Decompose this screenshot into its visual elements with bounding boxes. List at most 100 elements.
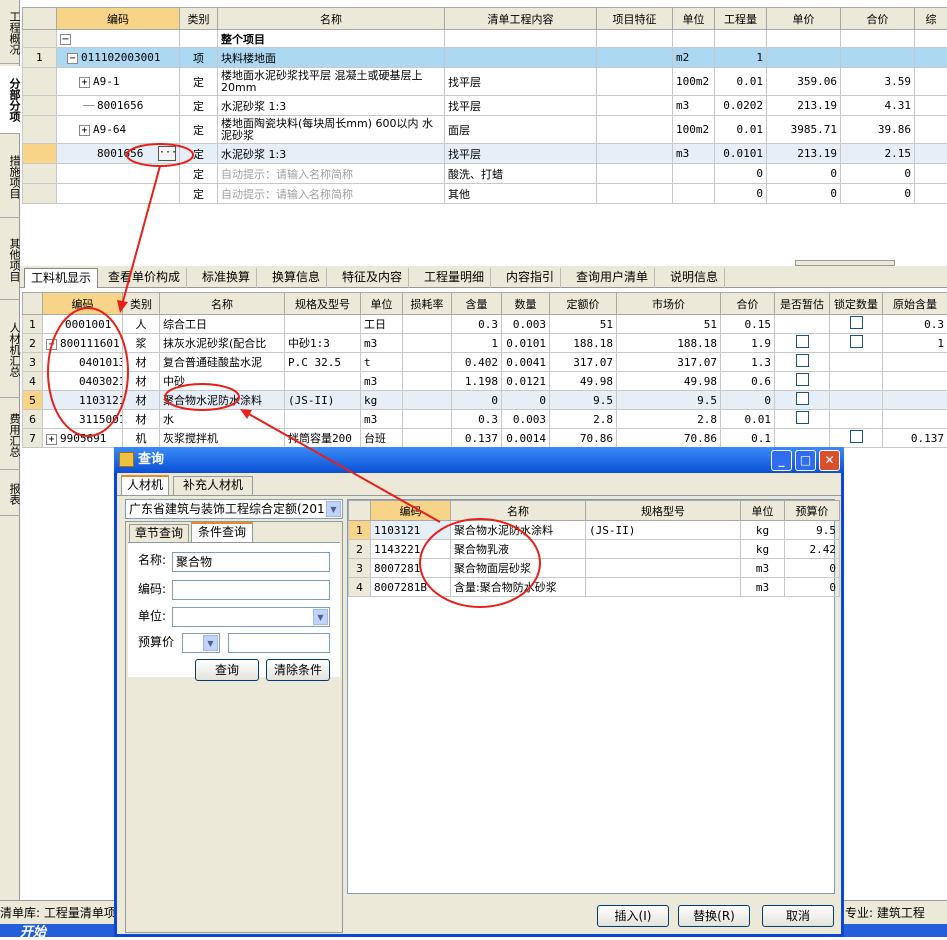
collapse-icon[interactable]: − (67, 53, 78, 64)
header-unit[interactable]: 单位 (741, 501, 785, 521)
header-extra[interactable]: 综 (915, 8, 947, 30)
header-code[interactable]: 编码 (57, 8, 180, 30)
replace-button[interactable]: 替换(R) (678, 905, 750, 927)
chevron-down-icon[interactable]: ▼ (326, 501, 341, 517)
close-icon[interactable]: ✕ (819, 450, 840, 471)
header-type[interactable]: 类别 (123, 293, 160, 315)
tab-standard-conversion[interactable]: 标准换算 (196, 268, 257, 288)
expand-icon[interactable]: + (46, 434, 57, 445)
tab-description[interactable]: 说明信息 (664, 268, 725, 288)
minimize-icon[interactable]: _ (771, 450, 792, 471)
header-name[interactable]: 名称 (218, 8, 445, 30)
header-total[interactable]: 合价 (721, 293, 775, 315)
table-row[interactable]: 7+9905691机灰浆搅拌机拌筒容量200台班0.1370.001470.86… (23, 429, 947, 448)
side-tab-sub-items[interactable]: 分部分项 (0, 66, 20, 134)
header-qty[interactable]: 数量 (502, 293, 550, 315)
tab-resource-display[interactable]: 工料机显示 (24, 268, 98, 288)
table-row[interactable]: 10001001人综合工日工日0.30.00351510.150.3 (23, 315, 947, 334)
start-button[interactable]: 开始 (20, 921, 46, 940)
maximize-icon[interactable]: □ (795, 450, 816, 471)
provisional-checkbox[interactable] (796, 392, 809, 405)
collapse-icon[interactable]: − (60, 34, 71, 45)
lock-qty-checkbox[interactable] (850, 430, 863, 443)
table-row[interactable]: 2−800111601浆抹灰水泥砂浆(配合比中砂1:3m310.0101188.… (23, 334, 947, 353)
table-row[interactable]: +A9-64 定 楼地面陶瓷块料(每块周长mm) 600以内 水泥砂浆 面层 1… (23, 116, 947, 144)
insert-button[interactable]: 插入(I) (597, 905, 669, 927)
tab-content-guide[interactable]: 内容指引 (500, 268, 561, 288)
header-provisional[interactable]: 是否暂估 (775, 293, 830, 315)
expand-icon[interactable]: + (79, 77, 90, 88)
chevron-down-icon[interactable]: ▼ (313, 609, 328, 625)
header-feature[interactable]: 项目特征 (597, 8, 673, 30)
header-quota-price[interactable]: 定额价 (550, 293, 617, 315)
collapse-icon[interactable]: − (46, 339, 57, 350)
dialog-title-bar[interactable]: 查询 _ □ ✕ (114, 447, 844, 473)
result-row[interactable]: 11103121聚合物水泥防水涂料(JS-II)kg9.5 (349, 521, 840, 540)
header-qty[interactable]: 工程量 (715, 8, 767, 30)
header-lock-qty[interactable]: 锁定数量 (830, 293, 883, 315)
header-code[interactable]: 编码 (371, 501, 451, 521)
header-loss[interactable]: 损耗率 (403, 293, 452, 315)
cancel-button[interactable]: 取消 (762, 905, 834, 927)
price-operator-select[interactable]: ▼ (182, 633, 220, 653)
lock-qty-checkbox[interactable] (850, 335, 863, 348)
side-tab-cost-summary[interactable]: 费用汇总 (0, 400, 20, 470)
table-row[interactable]: 30401013材复合普通硅酸盐水泥P.C 32.5t0.4020.004131… (23, 353, 947, 372)
tab-conversion-info[interactable]: 换算信息 (266, 268, 327, 288)
header-name[interactable]: 名称 (160, 293, 285, 315)
table-row[interactable]: 定 自动提示：请输入名称简称 其他 0 0 0 (23, 184, 947, 204)
table-row[interactable]: 8001656 定 水泥砂浆 1:3 找平层 m3 0.0202 213.19 … (23, 96, 947, 116)
chevron-down-icon[interactable]: ▼ (203, 635, 218, 651)
name-input[interactable]: 聚合物 (172, 552, 330, 572)
header-spec[interactable]: 规格及型号 (285, 293, 361, 315)
table-row[interactable]: 51103121材聚合物水泥防水涂料(JS-II)kg009.59.50 (23, 391, 947, 410)
side-tab-other-items[interactable]: 其他项目 (0, 220, 20, 300)
provisional-checkbox[interactable] (796, 411, 809, 424)
header-orig-content[interactable]: 原始含量 (883, 293, 947, 315)
header-type[interactable]: 类别 (180, 8, 218, 30)
clear-conditions-button[interactable]: 清除条件 (266, 659, 330, 681)
provisional-checkbox[interactable] (796, 373, 809, 386)
table-row[interactable]: 63115001材水m30.30.0032.82.80.01 (23, 410, 947, 429)
side-tab-measures[interactable]: 措施项目 (0, 136, 20, 218)
tab-features[interactable]: 特征及内容 (336, 268, 409, 288)
lock-qty-checkbox[interactable] (850, 316, 863, 329)
table-row[interactable]: 定 自动提示：请输入名称简称 酸洗、打蜡 0 0 0 (23, 164, 947, 184)
tab-chapter-query[interactable]: 章节查询 (129, 524, 189, 542)
query-button[interactable]: 查询 (195, 659, 259, 681)
header-budget-price[interactable]: 预算价 (785, 501, 840, 521)
result-row[interactable]: 21143221聚合物乳液kg2.42 (349, 540, 840, 559)
tab-quantity-detail[interactable]: 工程量明细 (418, 268, 491, 288)
provisional-checkbox[interactable] (796, 335, 809, 348)
tab-unit-price[interactable]: 查看单价构成 (102, 268, 187, 288)
table-row[interactable]: 1 −011102003001 项 块料楼地面 m2 1 (23, 48, 947, 68)
table-row[interactable]: 40403021材中砂m31.1980.012149.9849.980.6 (23, 372, 947, 391)
tab-condition-query[interactable]: 条件查询 (191, 522, 253, 542)
header-unit[interactable]: 单位 (361, 293, 403, 315)
table-row-selected[interactable]: 8001656 ··· 定 水泥砂浆 1:3 找平层 m3 0.0101 213… (23, 144, 947, 164)
header-name[interactable]: 名称 (451, 501, 586, 521)
result-row[interactable]: 38007281聚合物面层砂浆m30 (349, 559, 840, 578)
header-unit[interactable]: 单位 (673, 8, 715, 30)
result-row[interactable]: 48007281B含量:聚合物防水砂浆m30 (349, 578, 840, 597)
expand-icon[interactable]: + (79, 125, 90, 136)
provisional-checkbox[interactable] (796, 354, 809, 367)
tab-resources[interactable]: 人材机 (121, 475, 169, 495)
header-content[interactable]: 含量 (452, 293, 502, 315)
header-total[interactable]: 合价 (841, 8, 915, 30)
side-tab-project-overview[interactable]: 工程概况 (0, 2, 20, 64)
tab-supplement-resources[interactable]: 补充人材机 (173, 476, 253, 495)
table-row[interactable]: − 整个项目 (23, 30, 947, 48)
name-hint[interactable]: 自动提示：请输入名称简称 (218, 184, 445, 204)
header-content[interactable]: 清单工程内容 (445, 8, 597, 30)
header-price[interactable]: 单价 (767, 8, 841, 30)
header-code[interactable]: 编码 (43, 293, 123, 315)
header-market-price[interactable]: 市场价 (617, 293, 721, 315)
name-hint[interactable]: 自动提示：请输入名称简称 (218, 164, 445, 184)
table-row[interactable]: +A9-1 定 楼地面水泥砂浆找平层 混凝土或硬基层上 20mm 找平层 100… (23, 68, 947, 96)
ellipsis-button[interactable]: ··· (158, 146, 176, 161)
price-input[interactable] (228, 633, 330, 653)
side-tab-reports[interactable]: 报表 (0, 472, 20, 516)
code-input[interactable] (172, 580, 330, 600)
tab-user-bill-query[interactable]: 查询用户清单 (570, 268, 655, 288)
